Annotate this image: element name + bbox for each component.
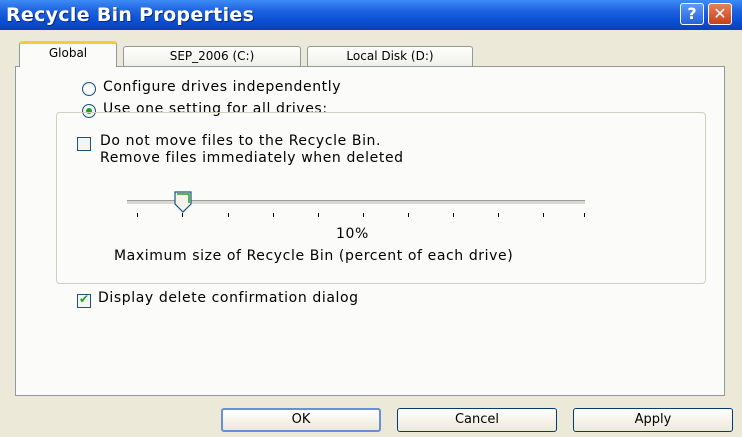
slider-tick [408,213,409,217]
recycle-bin-size-slider-thumb[interactable] [173,191,193,213]
do-not-move-files-label-line1[interactable]: Do not move files to the Recycle Bin. [100,133,381,149]
recycle-bin-properties-dialog: Recycle Bin Properties ? ✕ Global SEP_20… [0,0,742,437]
slider-tick [584,213,585,217]
recycle-bin-size-slider-track[interactable] [127,200,585,205]
slider-tick [318,213,319,217]
configure-independently-radio[interactable] [82,82,96,96]
slider-tick [498,213,499,217]
slider-tick [182,213,183,217]
slider-tick [137,213,138,217]
configure-independently-label[interactable]: Configure drives independently [103,79,341,95]
display-delete-confirmation-label[interactable]: Display delete confirmation dialog [98,290,359,306]
slider-tick [228,213,229,217]
slider-tick [273,213,274,217]
panel-content: Configure drives independently Use one s… [0,0,742,437]
max-size-caption: Maximum size of Recycle Bin (percent of … [114,248,514,264]
slider-tick [363,213,364,217]
slider-tick [453,213,454,217]
display-delete-confirmation-checkbox[interactable] [77,292,91,308]
slider-tick [543,213,544,217]
slider-value-label: 10% [336,226,369,242]
do-not-move-files-label-line2[interactable]: Remove files immediately when deleted [100,150,404,166]
do-not-move-files-checkbox[interactable] [77,137,91,151]
